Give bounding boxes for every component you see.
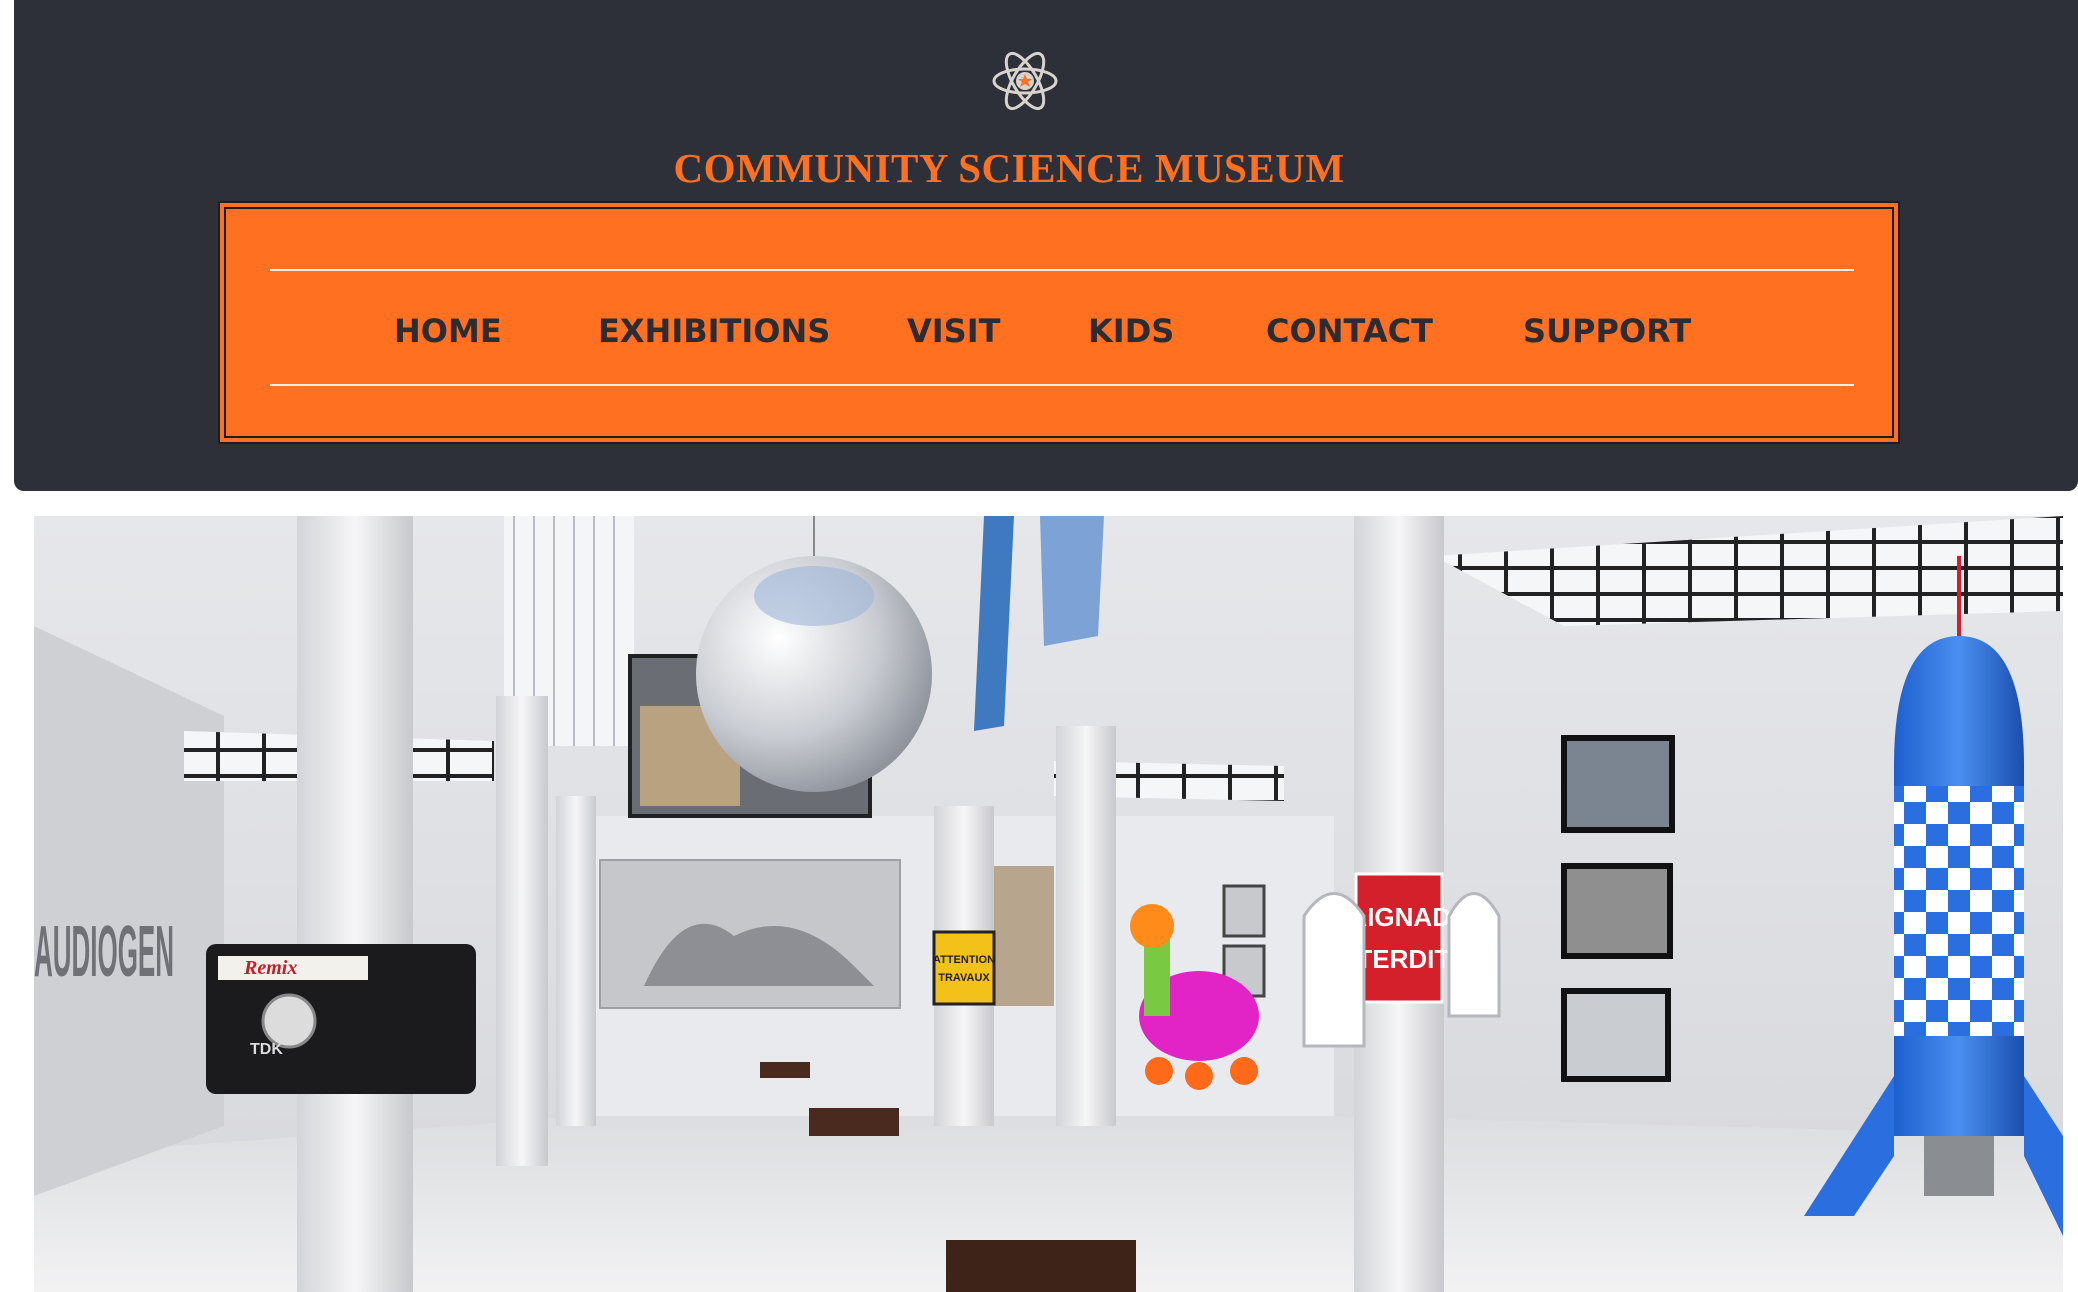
- museum-gallery-illustration: ATTENTION TRAVAUX BAIGNADE INTERDITE AUD…: [34, 516, 2063, 1292]
- main-navigation: HOME EXHIBITIONS VISIT KIDS CONTACT SUPP…: [218, 201, 1900, 444]
- tape-brand: TDK: [250, 1041, 283, 1058]
- nav-item-contact[interactable]: CONTACT: [1266, 301, 1433, 361]
- nav-item-visit[interactable]: VISIT: [907, 301, 1000, 361]
- site-header: COMMUNITY SCIENCE MUSEUM HOME EXHIBITION…: [14, 0, 2078, 491]
- nav-item-exhibitions[interactable]: EXHIBITIONS: [598, 301, 830, 361]
- nav-item-home[interactable]: HOME: [394, 301, 502, 361]
- atom-icon[interactable]: [990, 48, 1060, 114]
- nav-item-kids[interactable]: KIDS: [1088, 301, 1174, 361]
- caution-sign-line1: ATTENTION: [933, 954, 995, 966]
- nav-menu: HOME EXHIBITIONS VISIT KIDS CONTACT SUPP…: [226, 301, 1892, 361]
- nav-item-support[interactable]: SUPPORT: [1523, 301, 1691, 361]
- nav-divider-bottom: [270, 384, 1854, 386]
- caution-sign-line2: TRAVAUX: [938, 972, 990, 984]
- tape-label: Remix: [243, 957, 297, 979]
- hero-image: ATTENTION TRAVAUX BAIGNADE INTERDITE AUD…: [34, 516, 2063, 1292]
- nav-inner-border: HOME EXHIBITIONS VISIT KIDS CONTACT SUPP…: [224, 207, 1894, 438]
- site-title[interactable]: COMMUNITY SCIENCE MUSEUM: [14, 142, 2004, 194]
- nav-divider-top: [270, 269, 1854, 271]
- wall-letters: AUDIOGEN: [34, 912, 174, 992]
